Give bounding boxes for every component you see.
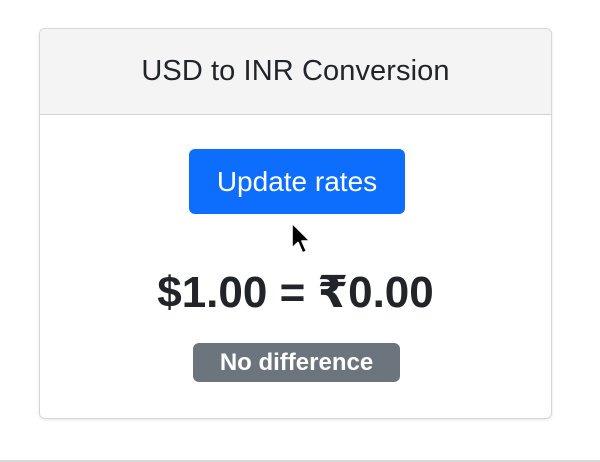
inr-amount: ₹0.00 <box>317 268 434 317</box>
conversion-result: $1.00 = ₹0.00 <box>40 267 551 318</box>
update-rates-button[interactable]: Update rates <box>189 149 405 214</box>
equals-sign: = <box>279 268 306 317</box>
status-badge: No difference <box>193 343 400 382</box>
card-title: USD to INR Conversion <box>141 55 450 87</box>
conversion-card: USD to INR Conversion Update rates $1.00… <box>39 28 552 419</box>
card-body: Update rates $1.00 = ₹0.00 No difference <box>40 115 551 418</box>
mouse-pointer-icon <box>291 222 311 254</box>
card-header: USD to INR Conversion <box>40 29 551 115</box>
usd-amount: $1.00 <box>157 268 268 317</box>
